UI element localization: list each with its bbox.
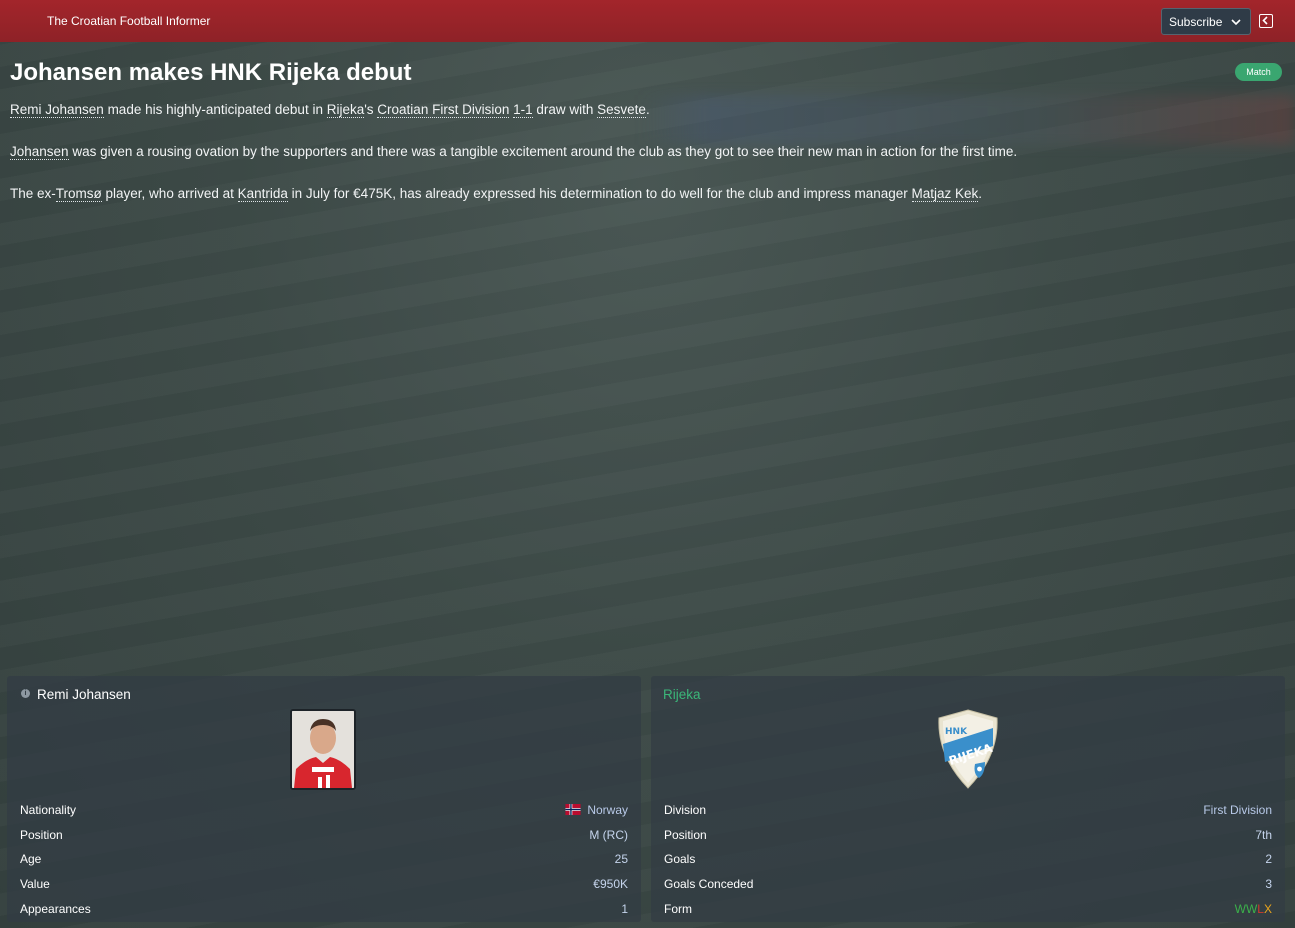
nationality-text: Norway <box>587 803 628 817</box>
competition-link[interactable]: Croatian First Division <box>377 102 510 118</box>
nationality-value[interactable]: Norway <box>565 803 628 817</box>
player-link[interactable]: Remi Johansen <box>10 102 104 118</box>
row-label: Appearances <box>20 902 91 916</box>
article-paragraph-2: Johansen was given a rousing ovation by … <box>10 144 1018 160</box>
text: draw with <box>532 102 598 117</box>
chevron-down-icon <box>1231 19 1241 26</box>
club-info-row: Goals 2 <box>664 850 1272 868</box>
player-link[interactable]: Johansen <box>10 144 69 160</box>
row-value: 2 <box>1265 852 1272 866</box>
row-label: Age <box>20 852 42 866</box>
former-club-link[interactable]: Tromsø <box>55 186 102 202</box>
club-info-row: Position 7th <box>664 826 1272 844</box>
info-icon[interactable]: i <box>21 689 30 698</box>
player-info-row: Appearances 1 <box>20 900 628 918</box>
publication-name: The Croatian Football Informer <box>47 14 211 28</box>
row-value: 7th <box>1255 828 1272 842</box>
text: player, who arrived at <box>101 186 238 201</box>
row-label: Position <box>20 828 63 842</box>
top-bar: The Croatian Football Informer Subscribe <box>0 0 1295 42</box>
row-value: 1 <box>621 902 628 916</box>
form-loss: L <box>1257 902 1264 916</box>
club-link[interactable]: Rijeka <box>326 102 365 118</box>
club-info-row: Division First Division <box>664 801 1272 819</box>
club-name[interactable]: Rijeka <box>663 687 701 702</box>
text: The ex- <box>10 186 56 201</box>
player-name[interactable]: Remi Johansen <box>37 687 131 702</box>
row-label: Position <box>664 828 707 842</box>
opponent-link[interactable]: Sesvete <box>597 102 646 118</box>
player-info-row: Value €950K <box>20 875 628 893</box>
row-label: Value <box>20 877 50 891</box>
stadium-link[interactable]: Kantrida <box>237 186 288 202</box>
text: . <box>978 186 983 201</box>
subscribe-button[interactable]: Subscribe <box>1161 8 1251 35</box>
row-value: €950K <box>593 877 628 891</box>
form-value: WWLX <box>1235 902 1272 916</box>
player-card: i Remi Johansen Nationality Norway Positio… <box>7 676 641 922</box>
player-photo[interactable] <box>290 709 356 790</box>
text: made his highly-anticipated debut in <box>103 102 327 117</box>
row-label: Division <box>664 803 707 817</box>
row-label: Nationality <box>20 803 77 817</box>
collapse-panel-icon[interactable] <box>1259 14 1273 28</box>
row-value: M (RC) <box>589 828 628 842</box>
form-wins: WW <box>1234 902 1258 916</box>
background-haze <box>640 95 1295 145</box>
crest-text-top: HNK <box>945 727 968 737</box>
text: in July for €475K, has already expressed… <box>287 186 912 201</box>
text: 's <box>364 102 378 117</box>
manager-link[interactable]: Matjaz Kek <box>911 186 979 202</box>
player-info-row: Nationality Norway <box>20 801 628 819</box>
player-info-row: Age 25 <box>20 850 628 868</box>
club-crest[interactable]: HNK RIJEKA <box>933 708 1003 790</box>
club-info-row: Form WWLX <box>664 900 1272 918</box>
norway-flag-icon <box>565 804 581 815</box>
article-paragraph-3: The ex-Tromsø player, who arrived at Kan… <box>10 186 983 202</box>
player-info-row: Position M (RC) <box>20 826 628 844</box>
division-value[interactable]: First Division <box>1203 803 1272 817</box>
row-value: 25 <box>614 852 628 866</box>
article-headline: Johansen makes HNK Rijeka debut <box>10 59 412 86</box>
club-card: Rijeka HNK RIJEKA Division First Division… <box>651 676 1285 922</box>
row-label: Goals Conceded <box>664 877 754 891</box>
subscribe-label: Subscribe <box>1169 14 1223 29</box>
club-info-row: Goals Conceded 3 <box>664 875 1272 893</box>
text: was given a rousing ovation by the suppo… <box>68 144 1018 159</box>
article-paragraph-1: Remi Johansen made his highly-anticipate… <box>10 102 650 118</box>
category-tag[interactable]: Match <box>1235 63 1282 81</box>
text: . <box>645 102 650 117</box>
match-result-link[interactable]: 1-1 <box>513 102 533 118</box>
row-value: 3 <box>1265 877 1272 891</box>
row-label: Form <box>664 902 692 916</box>
row-label: Goals <box>664 852 696 866</box>
form-other: X <box>1263 902 1272 916</box>
